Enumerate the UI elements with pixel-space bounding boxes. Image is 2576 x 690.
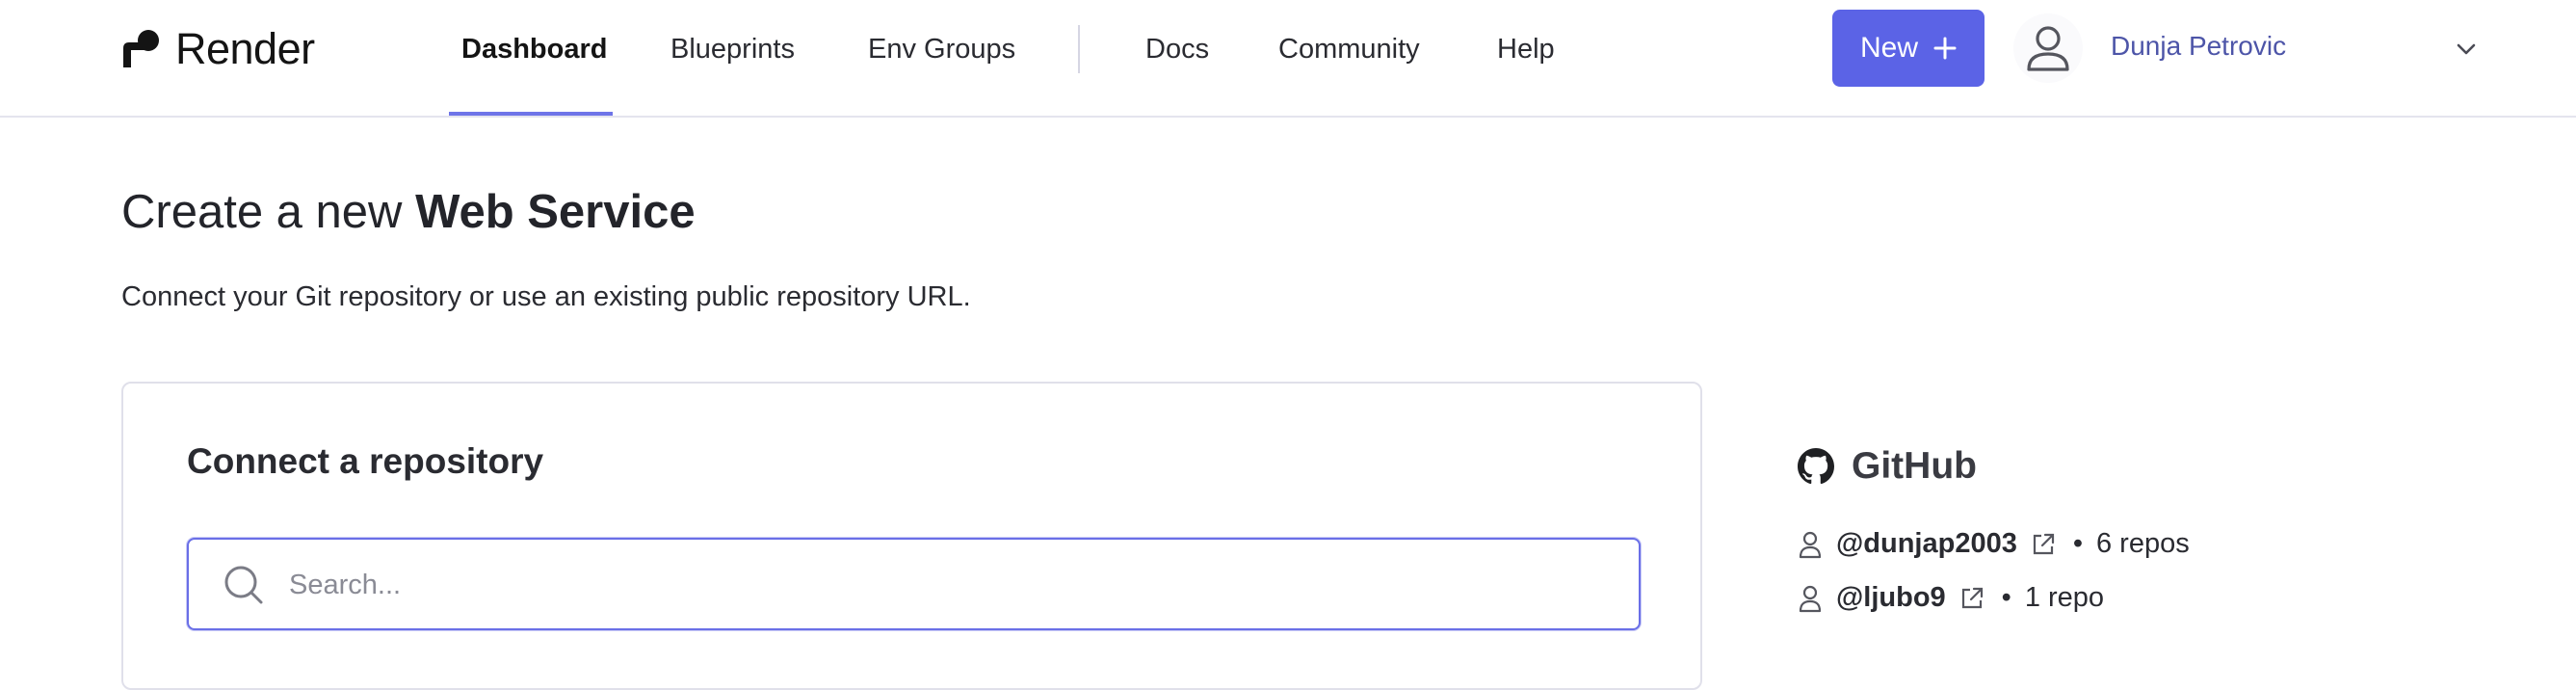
search-input[interactable]: [287, 540, 1620, 630]
card-title: Connect a repository: [187, 441, 544, 481]
nav-env-groups[interactable]: Env Groups: [868, 27, 1015, 71]
external-link-icon[interactable]: [2031, 532, 2056, 557]
page-title: Create a new Web Service: [121, 185, 696, 239]
github-title: GitHub: [1852, 445, 1977, 487]
nav-help[interactable]: Help: [1497, 27, 1555, 71]
github-account-repo-count: 1 repo: [2024, 582, 2105, 613]
new-button-label: New: [1859, 32, 1918, 64]
user-icon: [1799, 531, 1822, 558]
nav-dashboard[interactable]: Dashboard: [461, 27, 607, 71]
user-icon: [2027, 26, 2069, 71]
top-navbar: Render Dashboard Blueprints Env Groups D…: [0, 0, 2576, 118]
github-account-repo-count: 6 repos: [2096, 528, 2190, 559]
render-logo-mark: [123, 30, 159, 67]
github-account-row: @dunjap2003 • 6 repos: [1798, 528, 2190, 560]
render-logo[interactable]: Render: [121, 24, 315, 73]
search-box[interactable]: [187, 538, 1641, 630]
page-title-emphasis: Web Service: [415, 186, 696, 238]
user-icon: [1799, 585, 1822, 612]
nav-docs[interactable]: Docs: [1145, 27, 1209, 71]
separator-dot: •: [2001, 582, 2011, 613]
github-account-handle[interactable]: @ljubo9: [1836, 582, 1946, 614]
nav-blueprints[interactable]: Blueprints: [670, 27, 795, 71]
page-title-prefix: Create a new: [121, 186, 403, 238]
page-subtitle: Connect your Git repository or use an ex…: [121, 281, 971, 312]
chevron-down-icon[interactable]: [2452, 35, 2481, 64]
separator-dot: •: [2072, 528, 2083, 559]
github-section-header: GitHub: [1798, 445, 1977, 488]
connect-repository-card: Connect a repository: [121, 382, 1702, 690]
nav-divider: [1078, 25, 1080, 73]
plus-icon: [1933, 37, 1957, 60]
brand-name: Render: [175, 24, 315, 73]
user-name[interactable]: Dunja Petrovic: [2111, 31, 2286, 62]
new-button[interactable]: New: [1832, 10, 1985, 87]
external-link-icon[interactable]: [1959, 586, 1985, 611]
github-account-handle[interactable]: @dunjap2003: [1836, 528, 2017, 560]
github-account-row: @ljubo9 • 1 repo: [1798, 582, 2104, 614]
search-icon: [224, 566, 263, 604]
avatar[interactable]: [2013, 13, 2083, 83]
nav-community[interactable]: Community: [1278, 27, 1420, 71]
active-tab-indicator: [449, 112, 613, 116]
github-icon: [1798, 448, 1834, 485]
